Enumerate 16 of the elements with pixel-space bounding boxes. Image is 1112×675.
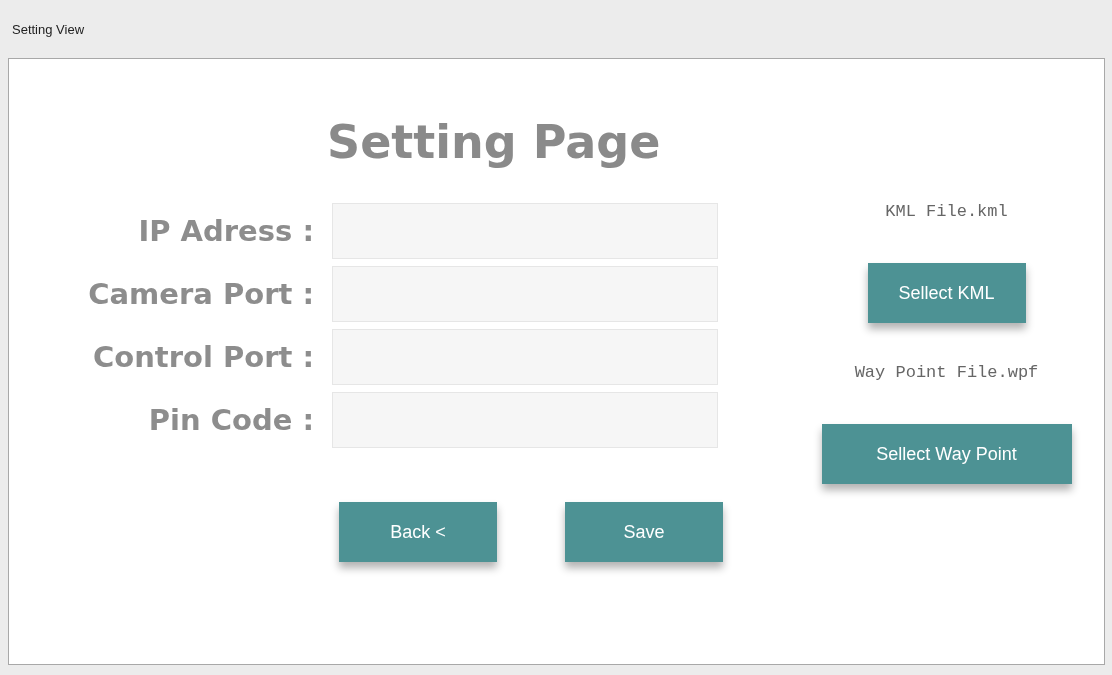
field-label: Pin Code : — [147, 403, 314, 437]
save-button[interactable]: Save — [565, 502, 723, 562]
input-field[interactable] — [332, 329, 718, 385]
select-file-button[interactable]: Sellect KML — [867, 263, 1026, 323]
field-label: Control Port : — [92, 340, 314, 374]
field-label: Camera Port : — [87, 277, 314, 311]
file-name: KML File.kml — [885, 202, 1008, 221]
input-field[interactable] — [332, 203, 718, 259]
input-field[interactable] — [332, 392, 718, 448]
file-name: Way Point File.wpf — [854, 363, 1039, 382]
input-field[interactable] — [332, 266, 718, 322]
window-title: Setting View — [11, 21, 86, 39]
field-label: IP Adress : — [137, 214, 314, 248]
page-heading: Setting Page — [327, 115, 662, 171]
back-button[interactable]: Back < — [339, 502, 497, 562]
select-file-button[interactable]: Sellect Way Point — [821, 424, 1072, 484]
